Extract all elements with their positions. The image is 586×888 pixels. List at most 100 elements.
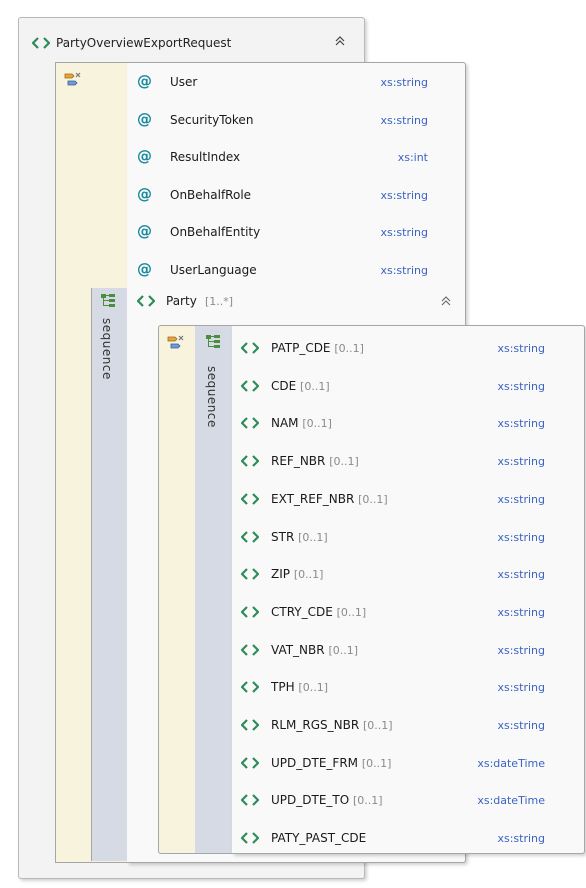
attribute-row[interactable]: @ UserLanguage xs:string: [130, 259, 464, 283]
element-name: VAT_NBR: [271, 642, 325, 657]
element-type: xs:string: [497, 568, 545, 582]
element-label: RLM_RGS_NBR [0..1]: [271, 718, 393, 732]
element-row[interactable]: EXT_REF_NBR [0..1] xs:string: [234, 487, 582, 511]
attribute-type: xs:string: [380, 113, 428, 127]
element-cardinality: [0..1]: [358, 492, 388, 506]
element-label: UPD_DTE_FRM [0..1]: [271, 756, 391, 770]
element-cardinality: [0..1]: [328, 643, 359, 657]
attribute-row[interactable]: @ OnBehalfEntity xs:string: [130, 221, 464, 245]
element-type: xs:string: [497, 342, 545, 355]
attribute-icon: @: [137, 72, 152, 90]
element-name: TPH: [271, 680, 295, 695]
element-label: TPH [0..1]: [271, 680, 328, 694]
attribute-icon: @: [137, 184, 152, 203]
element-row[interactable]: CDE [0..1] xs:string: [234, 374, 582, 398]
sequence-icon: [100, 293, 116, 312]
complex-type-icon: [63, 71, 83, 92]
attribute-name: UserLanguage: [170, 262, 257, 277]
element-cardinality: [0..1]: [334, 342, 364, 355]
element-icon: [32, 37, 50, 49]
element-type: xs:string: [497, 719, 545, 732]
attribute-name: OnBehalfRole: [170, 187, 252, 202]
element-label: PATP_CDE [0..1]: [271, 341, 364, 355]
element-name: UPD_DTE_FRM: [271, 755, 359, 770]
element-type: xs:string: [497, 492, 545, 506]
root-element-header[interactable]: PartyOverviewExportRequest: [22, 29, 357, 56]
attribute-row[interactable]: @ OnBehalfRole xs:string: [130, 184, 464, 208]
element-cardinality: [0..1]: [363, 719, 393, 732]
element-type: xs:dateTime: [477, 794, 545, 808]
element-icon: [241, 379, 259, 392]
element-label: CDE [0..1]: [271, 379, 330, 393]
element-row[interactable]: STR [0..1] xs:string: [234, 525, 582, 549]
party-complex-type-panel: [158, 325, 196, 854]
element-cardinality: [0..1]: [361, 756, 392, 770]
element-icon: [241, 756, 259, 769]
complex-type-icon: [166, 334, 186, 355]
element-cardinality: [0..1]: [298, 530, 328, 544]
attribute-type: xs:string: [380, 188, 428, 202]
element-label: EXT_REF_NBR [0..1]: [271, 492, 388, 506]
element-icon: [137, 295, 155, 307]
element-name: UPD_DTE_TO: [271, 793, 350, 808]
element-row[interactable]: REF_NBR [0..1] xs:string: [234, 449, 582, 473]
element-type: xs:string: [497, 455, 545, 469]
attribute-type: xs:int: [397, 151, 428, 164]
element-icon: [241, 719, 259, 731]
element-row[interactable]: UPD_DTE_FRM [0..1] xs:dateTime: [234, 751, 582, 775]
element-label: ZIP [0..1]: [271, 567, 323, 581]
sequence-icon: [205, 334, 221, 353]
element-row[interactable]: VAT_NBR [0..1] xs:string: [234, 638, 582, 662]
attribute-name: OnBehalfEntity: [170, 225, 261, 239]
attribute-row[interactable]: @ ResultIndex xs:int: [130, 146, 464, 170]
sequence-label: sequence: [100, 318, 114, 380]
element-icon: [241, 794, 259, 807]
element-row[interactable]: PATP_CDE [0..1] xs:string: [234, 336, 582, 360]
element-type: xs:string: [497, 681, 545, 695]
collapse-icon[interactable]: [334, 35, 346, 50]
element-row[interactable]: UPD_DTE_TO [0..1] xs:dateTime: [234, 788, 582, 812]
attribute-icon: @: [137, 109, 152, 128]
element-cardinality: [0..1]: [302, 417, 332, 431]
party-element-row[interactable]: Party [1..*]: [130, 288, 464, 314]
attribute-icon: @: [137, 259, 152, 278]
element-icon: [241, 530, 259, 543]
element-cardinality: [0..1]: [298, 681, 328, 695]
attribute-name: User: [170, 75, 198, 89]
collapse-icon[interactable]: [440, 295, 452, 310]
attribute-row[interactable]: @ User xs:string: [130, 71, 464, 95]
root-element-name: PartyOverviewExportRequest: [56, 36, 232, 50]
sequence-label: sequence: [205, 366, 219, 428]
element-type: xs:string: [497, 417, 545, 431]
element-name: NAM: [271, 416, 299, 431]
element-row[interactable]: RLM_RGS_NBR [0..1] xs:string: [234, 713, 582, 737]
element-name: CDE: [271, 378, 297, 393]
element-icon: [241, 643, 259, 656]
element-type: xs:string: [497, 605, 545, 619]
attribute-name: SecurityToken: [170, 112, 254, 127]
element-type: xs:dateTime: [477, 756, 545, 770]
element-cardinality: [0..1]: [293, 568, 324, 582]
element-row[interactable]: PATY_PAST_CDE xs:string: [234, 826, 582, 850]
element-row[interactable]: ZIP [0..1] xs:string: [234, 562, 582, 586]
element-name: PATP_CDE: [271, 341, 331, 355]
element-name: EXT_REF_NBR: [271, 491, 355, 506]
element-label: PATY_PAST_CDE: [271, 831, 366, 845]
element-label: STR [0..1]: [271, 530, 328, 544]
element-row[interactable]: NAM [0..1] xs:string: [234, 411, 582, 435]
attribute-row[interactable]: @ SecurityToken xs:string: [130, 109, 464, 133]
element-name: CTRY_CDE: [271, 604, 333, 619]
element-type: xs:string: [497, 530, 545, 544]
element-name: ZIP: [271, 567, 290, 582]
attribute-type: xs:string: [380, 226, 428, 239]
attribute-icon: @: [137, 222, 152, 240]
element-name: STR: [271, 529, 295, 544]
element-label: NAM [0..1]: [271, 416, 332, 430]
element-row[interactable]: CTRY_CDE [0..1] xs:string: [234, 600, 582, 624]
element-type: xs:string: [497, 643, 545, 657]
element-name: RLM_RGS_NBR: [271, 718, 360, 732]
element-cardinality: [0..1]: [300, 379, 330, 393]
element-name: PATY_PAST_CDE: [271, 831, 367, 846]
element-row[interactable]: TPH [0..1] xs:string: [234, 675, 582, 699]
element-cardinality: [0..1]: [329, 455, 359, 469]
